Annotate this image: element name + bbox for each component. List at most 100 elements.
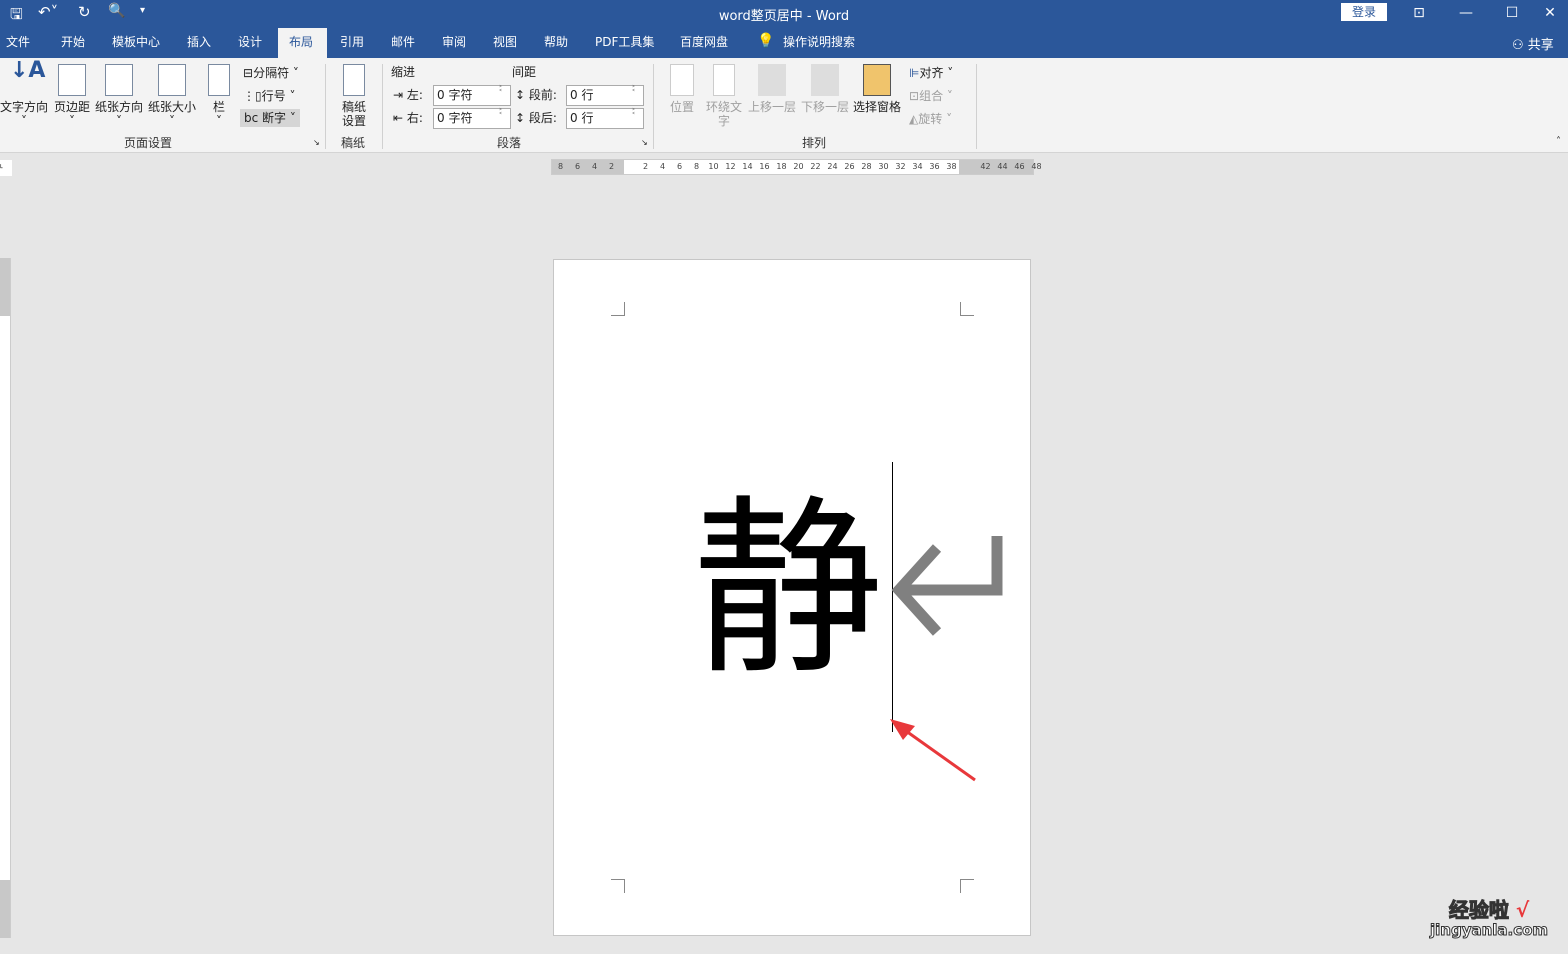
horizontal-ruler[interactable]: 8 6 4 2 2 4 6 8 10 12 14 16 18 20 22 24 26 28 30 32 34 36 38 42…: [551, 159, 1042, 175]
margin-corner-mark: [960, 879, 974, 893]
ribbon-tabs: 文件 开始 模板中心 插入 设计 布局 引用 邮件 审阅 视图 帮助 PDF工具…: [0, 28, 1568, 58]
label: 环绕文字: [705, 100, 742, 128]
tab-view[interactable]: 视图: [487, 28, 523, 58]
ribbon-display-icon[interactable]: ⊡: [1396, 0, 1442, 28]
ruler-tick: 48: [1031, 162, 1042, 171]
label: 纸张大小: [147, 100, 196, 114]
label: 栏: [212, 100, 225, 114]
tab-selector[interactable]: ˪: [0, 160, 12, 176]
send-backward-icon: [811, 64, 839, 96]
tab-help[interactable]: 帮助: [538, 28, 574, 58]
ruler-tick: 12: [725, 162, 736, 171]
tab-references[interactable]: 引用: [334, 28, 370, 58]
ruler-tick: 32: [895, 162, 906, 171]
tab-mailings[interactable]: 邮件: [385, 28, 421, 58]
ruler-tick: 4: [591, 162, 598, 171]
indent-right-label: ⇤ 右:: [393, 111, 423, 125]
close-icon[interactable]: ✕: [1532, 0, 1568, 28]
tab-baidu-netdisk[interactable]: 百度网盘: [674, 28, 734, 58]
group-label-page-setup: 页面设置: [124, 136, 173, 150]
ruler-tick: 4: [659, 162, 666, 171]
ruler-tick: 6: [574, 162, 581, 171]
ribbon: ↓A 文字方向 ˅ 页边距 ˅ 纸张方向 ˅ 纸张大小 ˅ 栏 ˅ ⊟分隔符 ˅ ⋮▯行号 …: [0, 58, 1568, 153]
selection-pane-button[interactable]: 选择窗格: [852, 64, 902, 114]
indent-left-input[interactable]: 0 字符: [433, 84, 511, 106]
margins-button[interactable]: 页边距 ˅: [52, 64, 92, 128]
text-direction-icon: ↓A: [10, 58, 46, 83]
collapse-ribbon-icon[interactable]: ˄: [1556, 136, 1561, 147]
label: 纸张方向: [94, 100, 143, 114]
position-button[interactable]: 位置: [664, 64, 700, 114]
group-button[interactable]: ⊡组合 ˅: [909, 87, 953, 105]
label: 上移一层: [747, 100, 796, 114]
orientation-button[interactable]: 纸张方向 ˅: [94, 64, 144, 128]
dialog-launcher-icon[interactable]: ↘: [641, 138, 648, 147]
columns-icon: [208, 64, 230, 96]
ruler-tick: 16: [759, 162, 770, 171]
margin-corner-mark: [611, 879, 625, 893]
ruler-tick: 20: [793, 162, 804, 171]
ruler-tick: 46: [1014, 162, 1025, 171]
label: 对齐: [919, 66, 944, 80]
indent-right-input[interactable]: 0 字符: [433, 107, 511, 129]
tab-insert[interactable]: 插入: [181, 28, 217, 58]
label: 设置: [341, 114, 366, 128]
tab-design[interactable]: 设计: [232, 28, 268, 58]
share-label: 共享: [1527, 38, 1554, 53]
ruler-tick: 34: [912, 162, 923, 171]
size-button[interactable]: 纸张大小 ˅: [146, 64, 198, 128]
ruler-tick: 2: [608, 162, 615, 171]
tab-templates[interactable]: 模板中心: [106, 28, 166, 58]
tab-layout[interactable]: 布局: [278, 28, 327, 58]
window-title: word整页居中 - Word: [718, 9, 850, 24]
label: 行号: [261, 89, 286, 103]
line-numbers-button[interactable]: ⋮▯行号 ˅: [243, 87, 295, 105]
ruler-tick: 6: [676, 162, 683, 171]
tab-pdf-tools[interactable]: PDF工具集: [589, 28, 660, 58]
ruler-tick: 8: [557, 162, 564, 171]
ruler-tick: 28: [861, 162, 872, 171]
margins-icon: [58, 64, 86, 96]
wrap-text-button[interactable]: 环绕文字: [704, 64, 744, 128]
group-label-arrange: 排列: [802, 136, 827, 150]
rotate-icon: ◭: [909, 112, 919, 126]
ruler-tick: 38: [946, 162, 957, 171]
login-button[interactable]: 登录: [1341, 3, 1387, 21]
ruler-tick: 14: [742, 162, 753, 171]
ruler-tick: 10: [708, 162, 719, 171]
document-text[interactable]: 静: [693, 470, 883, 710]
group-label-paragraph: 段落: [497, 136, 522, 150]
share-button[interactable]: ⚇ 共享: [1512, 34, 1554, 53]
spacing-before-label: ↕ 段前:: [515, 88, 557, 102]
send-backward-button[interactable]: 下移一层: [800, 64, 850, 114]
bring-forward-icon: [758, 64, 786, 96]
spacing-after-input[interactable]: 0 行: [566, 107, 644, 129]
rotate-button[interactable]: ◭旋转 ˅: [909, 110, 952, 128]
spacing-before-input[interactable]: 0 行: [566, 84, 644, 106]
manuscript-settings-button[interactable]: 稿纸 设置: [335, 64, 373, 128]
bring-forward-button[interactable]: 上移一层: [747, 64, 797, 114]
text-direction-button[interactable]: ↓A 文字方向 ˅: [0, 58, 48, 129]
tab-file[interactable]: 文件: [0, 28, 36, 58]
vertical-ruler[interactable]: [0, 258, 11, 938]
label: 稿纸: [341, 100, 366, 114]
maximize-icon[interactable]: ☐: [1489, 0, 1535, 28]
tab-review[interactable]: 审阅: [436, 28, 472, 58]
columns-button[interactable]: 栏 ˅: [204, 64, 234, 128]
ruler-tick: 36: [929, 162, 940, 171]
minimize-icon[interactable]: —: [1443, 0, 1489, 28]
breaks-button[interactable]: ⊟分隔符 ˅: [243, 64, 299, 82]
spacing-label: 间距: [512, 65, 537, 79]
hyphenation-button[interactable]: bc 断字 ˅: [240, 109, 300, 127]
ruler-tick: 2: [642, 162, 649, 171]
manuscript-icon: [343, 64, 365, 96]
tab-home[interactable]: 开始: [55, 28, 91, 58]
person-add-icon: ⚇: [1512, 38, 1524, 53]
group-icon: ⊡: [909, 89, 920, 103]
lightbulb-icon: 💡: [757, 33, 775, 49]
label: 旋转: [918, 112, 943, 126]
tell-me-search[interactable]: 操作说明搜索: [777, 28, 861, 58]
hyphenation-icon: bc: [244, 111, 259, 125]
dialog-launcher-icon[interactable]: ↘: [313, 138, 320, 147]
align-button[interactable]: ⊫对齐 ˅: [909, 64, 953, 82]
